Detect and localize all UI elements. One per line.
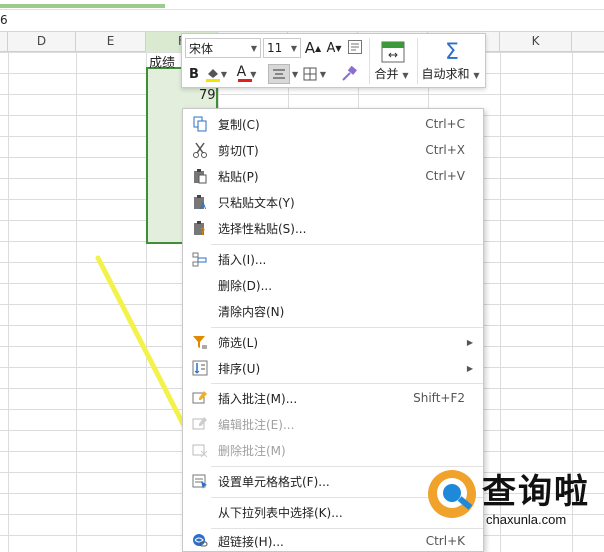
merge-button[interactable]: 合并 ▼: [374, 38, 412, 84]
menu-item-insert-comment[interactable]: 插入批注(M)... Shift+F2: [183, 386, 483, 410]
menu-item-delete-comment[interactable]: 删除批注(M): [183, 438, 483, 462]
filter-icon: [191, 333, 209, 351]
watermark-logo: 查询啦 chaxunla.com: [424, 462, 602, 532]
menu-item-paste-special[interactable]: ? 选择性粘贴(S)...: [183, 216, 483, 240]
menu-item-delete[interactable]: 删除(D)...: [183, 273, 483, 297]
font-size-dropdown[interactable]: 11 ▼: [263, 38, 301, 58]
chevron-down-icon: ▼: [250, 43, 257, 53]
menu-item-clear-contents[interactable]: 清除内容(N): [183, 299, 483, 323]
menu-item-edit-comment[interactable]: 编辑批注(E)...: [183, 412, 483, 436]
delete-comment-icon: [191, 441, 209, 459]
submenu-arrow-icon: ▶: [466, 363, 473, 373]
watermark-q-icon: [428, 470, 476, 518]
menu-item-cut[interactable]: 剪切(T) Ctrl+X: [183, 138, 483, 162]
align-center-icon: [273, 69, 285, 79]
font-size-value: 11: [267, 41, 283, 55]
font-name-dropdown[interactable]: 宋体 ▼: [185, 38, 261, 58]
merge-label: 合并: [374, 66, 399, 81]
borders-icon: [303, 67, 317, 81]
autosum-label: 自动求和: [421, 66, 470, 81]
svg-text:A: A: [200, 202, 207, 210]
paste-icon: [191, 167, 209, 185]
sigma-icon: Σ: [445, 39, 459, 65]
fill-color-button[interactable]: ▼: [204, 64, 230, 84]
clear-format-icon: [348, 40, 362, 54]
font-color-swatch: [238, 79, 252, 82]
paste-text-icon: A: [191, 193, 209, 211]
menu-item-sort[interactable]: 排序(U) ▶: [183, 356, 483, 380]
align-center-button[interactable]: [268, 64, 290, 84]
menu-item-paste-text-only[interactable]: A 只粘贴文本(Y): [183, 190, 483, 214]
autosum-button[interactable]: Σ 自动求和 ▼: [420, 38, 484, 84]
font-color-glyph: A: [236, 64, 247, 80]
font-name-value: 宋体: [189, 41, 214, 56]
submenu-arrow-icon: ▶: [466, 337, 473, 347]
chevron-down-icon: ▼: [319, 69, 327, 79]
watermark-text-cn: 查询啦: [482, 472, 590, 512]
cut-icon: [191, 141, 209, 159]
menu-item-insert[interactable]: 插入(I)...: [183, 247, 483, 271]
edit-comment-icon: [191, 415, 209, 433]
mini-format-toolbar: 宋体 ▼ 11 ▼ A ▲ A ▼ B ▼ A ▼ ▼ ▼ 合并 ▼ Σ 自动求和 ▼: [181, 33, 486, 88]
chevron-down-icon: ▼: [290, 43, 297, 53]
hyperlink-icon: [191, 532, 209, 550]
copy-icon: [191, 115, 209, 133]
format-cells-icon: [191, 472, 209, 490]
shrink-font-button[interactable]: A ▼: [325, 38, 343, 58]
fill-bucket-icon: [206, 69, 220, 82]
clear-format-button[interactable]: [346, 38, 364, 56]
watermark-text-en: chaxunla.com: [486, 512, 567, 527]
insert-comment-icon: [191, 389, 209, 407]
menu-item-copy[interactable]: 复制(C) Ctrl+C: [183, 112, 483, 136]
bold-button[interactable]: B: [186, 64, 202, 84]
paste-special-icon: ?: [191, 219, 209, 237]
insert-icon: [191, 250, 209, 268]
merge-cells-icon: [381, 41, 405, 62]
chevron-down-icon[interactable]: ▼: [292, 70, 301, 79]
grow-font-button[interactable]: A ▲: [304, 38, 322, 58]
font-color-button[interactable]: A ▼: [234, 64, 262, 84]
sort-icon: [191, 359, 209, 377]
chevron-down-icon: ▼: [250, 69, 257, 79]
chevron-down-icon: ▼: [220, 69, 227, 79]
chevron-down-icon: ▼: [473, 70, 480, 80]
menu-item-hyperlink[interactable]: 超链接(H)... Ctrl+K: [183, 529, 483, 552]
chevron-down-icon: ▼: [402, 70, 409, 80]
menu-item-paste[interactable]: 粘贴(P) Ctrl+V: [183, 164, 483, 188]
borders-button[interactable]: ▼: [302, 64, 330, 84]
svg-text:?: ?: [200, 227, 205, 236]
format-painter-button[interactable]: [338, 64, 360, 84]
menu-item-filter[interactable]: 筛选(L) ▶: [183, 330, 483, 354]
format-painter-icon: [342, 66, 357, 81]
